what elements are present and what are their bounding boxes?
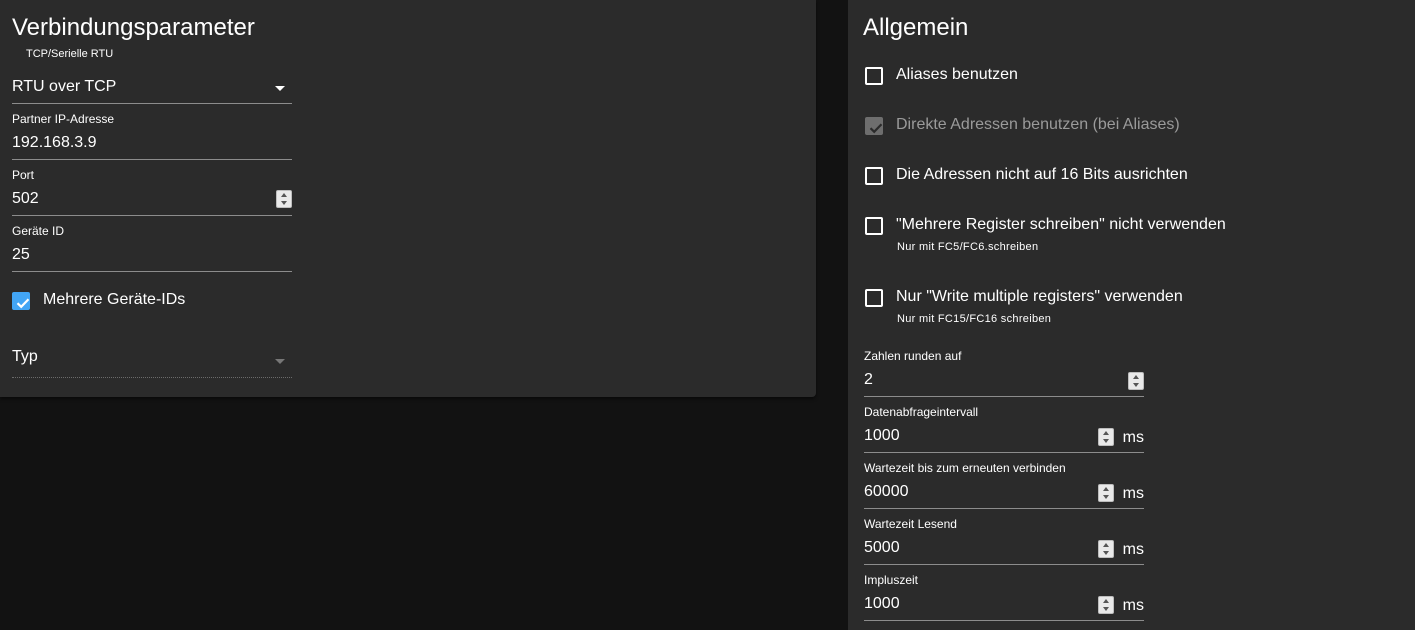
read-timeout-unit: ms — [1122, 541, 1144, 558]
pulse-time-value: 1000 — [864, 595, 900, 612]
round-numbers-label: Zahlen runden auf — [864, 349, 962, 363]
only-write-multiple-registers-checkbox[interactable]: Nur "Write multiple registers" verwenden… — [865, 287, 1385, 331]
port-field[interactable]: Port 502 — [12, 168, 292, 216]
use-aliases-checkbox[interactable]: Aliases benutzen — [865, 65, 1385, 87]
only-write-multiple-registers-label: Nur "Write multiple registers" verwenden — [896, 288, 1183, 305]
general-panel-title: Allgemein — [863, 14, 969, 41]
poll-interval-field[interactable]: Datenabfrageintervall 1000 ms — [864, 405, 1144, 453]
checkbox-unchecked-icon[interactable] — [865, 289, 883, 307]
connection-type-underline — [12, 103, 292, 104]
multiple-device-ids-checkbox[interactable]: Mehrere Geräte-IDs — [12, 290, 312, 312]
read-timeout-value: 5000 — [864, 539, 900, 556]
pulse-time-stepper-icon[interactable] — [1098, 596, 1114, 614]
typ-underline — [12, 377, 292, 378]
no-multiple-register-write-checkbox[interactable]: "Mehrere Register schreiben" nicht verwe… — [865, 215, 1385, 259]
pulse-time-underline — [864, 620, 1144, 621]
typ-label: Typ — [12, 348, 38, 365]
reconnect-timeout-stepper-icon[interactable] — [1098, 484, 1114, 502]
multiple-device-ids-label: Mehrere Geräte-IDs — [43, 291, 186, 308]
device-id-value: 25 — [12, 246, 30, 263]
checkbox-disabled-checked-icon[interactable] — [865, 117, 883, 135]
read-timeout-underline — [864, 564, 1144, 565]
checkbox-unchecked-icon[interactable] — [865, 67, 883, 85]
reconnect-timeout-value: 60000 — [864, 483, 909, 500]
read-timeout-field[interactable]: Wartezeit Lesend 5000 ms — [864, 517, 1144, 565]
use-aliases-label: Aliases benutzen — [896, 66, 1018, 83]
checkbox-unchecked-icon[interactable] — [865, 167, 883, 185]
pulse-time-unit: ms — [1122, 597, 1144, 614]
connection-parameters-panel: Verbindungsparameter TCP/Serielle RTU RT… — [0, 0, 816, 397]
round-numbers-value: 2 — [864, 371, 873, 388]
round-numbers-underline — [864, 396, 1144, 397]
reconnect-timeout-field[interactable]: Wartezeit bis zum erneuten verbinden 600… — [864, 461, 1144, 509]
poll-interval-label: Datenabfrageintervall — [864, 405, 979, 419]
partner-ip-label: Partner IP-Adresse — [12, 112, 115, 126]
partner-ip-value: 192.168.3.9 — [12, 134, 97, 151]
poll-interval-stepper-icon[interactable] — [1098, 428, 1114, 446]
round-numbers-field[interactable]: Zahlen runden auf 2 — [864, 349, 1144, 397]
connection-type-value: RTU over TCP — [12, 78, 117, 95]
round-numbers-stepper-icon[interactable] — [1128, 372, 1144, 390]
port-label: Port — [12, 168, 35, 182]
direct-addresses-checkbox[interactable]: Direkte Adressen benutzen (bei Aliases) — [865, 115, 1385, 137]
partner-ip-field[interactable]: Partner IP-Adresse 192.168.3.9 — [12, 112, 292, 160]
connection-panel-title: Verbindungsparameter — [12, 14, 255, 41]
reconnect-timeout-underline — [864, 508, 1144, 509]
pulse-time-field[interactable]: Impluszeit 1000 ms — [864, 573, 1144, 621]
no-multiple-register-write-help: Nur mit FC5/FC6.schreiben — [897, 241, 1039, 253]
typ-select[interactable]: Typ — [12, 340, 292, 378]
read-timeout-stepper-icon[interactable] — [1098, 540, 1114, 558]
poll-interval-unit: ms — [1122, 429, 1144, 446]
dropdown-arrow-icon — [275, 359, 285, 364]
device-id-label: Geräte ID — [12, 224, 65, 238]
reconnect-timeout-label: Wartezeit bis zum erneuten verbinden — [864, 461, 1066, 475]
general-settings-panel: Allgemein Aliases benutzen Direkte Adres… — [848, 0, 1415, 630]
only-write-multiple-registers-help: Nur mit FC15/FC16 schreiben — [897, 313, 1052, 325]
no-multiple-register-write-label: "Mehrere Register schreiben" nicht verwe… — [896, 216, 1226, 233]
read-timeout-label: Wartezeit Lesend — [864, 517, 957, 531]
port-underline — [12, 215, 292, 216]
poll-interval-underline — [864, 452, 1144, 453]
connection-type-label: TCP/Serielle RTU — [26, 48, 114, 60]
port-stepper-icon[interactable] — [276, 190, 292, 208]
device-id-underline — [12, 271, 292, 272]
poll-interval-value: 1000 — [864, 427, 900, 444]
partner-ip-underline — [12, 159, 292, 160]
checkbox-checked-icon[interactable] — [12, 292, 30, 310]
connection-type-select[interactable]: TCP/Serielle RTU RTU over TCP — [12, 48, 292, 104]
no-16bit-align-label: Die Adressen nicht auf 16 Bits ausrichte… — [896, 166, 1188, 183]
reconnect-timeout-unit: ms — [1122, 485, 1144, 502]
dropdown-arrow-icon — [275, 86, 285, 91]
port-value: 502 — [12, 190, 39, 207]
direct-addresses-label: Direkte Adressen benutzen (bei Aliases) — [896, 116, 1180, 133]
pulse-time-label: Impluszeit — [864, 573, 919, 587]
checkbox-unchecked-icon[interactable] — [865, 217, 883, 235]
no-16bit-align-checkbox[interactable]: Die Adressen nicht auf 16 Bits ausrichte… — [865, 165, 1385, 187]
device-id-field[interactable]: Geräte ID 25 — [12, 224, 292, 272]
